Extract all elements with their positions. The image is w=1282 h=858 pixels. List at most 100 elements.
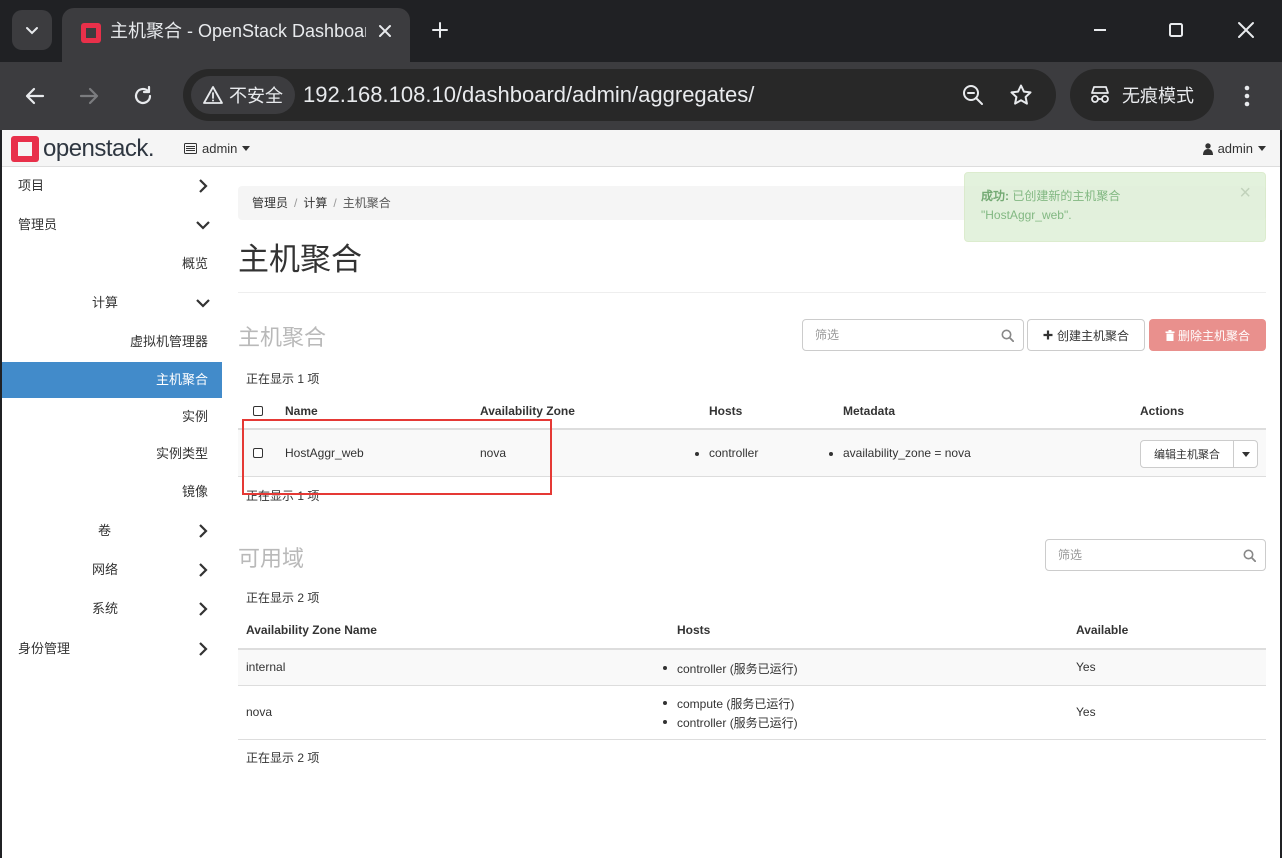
sidebar-item-volumes[interactable]: 卷 bbox=[2, 513, 222, 549]
incognito-label: 无痕模式 bbox=[1122, 86, 1194, 106]
zone-host: controller (服务已运行) bbox=[677, 716, 798, 730]
address-bar[interactable]: 不安全 192.168.108.10/dashboard/admin/aggre… bbox=[183, 69, 1056, 121]
chevron-right-icon bbox=[199, 524, 208, 538]
chevron-right-icon bbox=[199, 179, 208, 193]
aggregates-filter-input[interactable] bbox=[803, 320, 1023, 350]
sidebar-item-images[interactable]: 镜像 bbox=[2, 474, 222, 510]
minimize-icon bbox=[1094, 29, 1106, 31]
zones-row-rule bbox=[238, 685, 1266, 686]
zoom-button[interactable] bbox=[959, 81, 987, 109]
breadcrumb-separator: / bbox=[294, 196, 298, 210]
sidebar-item-flavors[interactable]: 实例类型 bbox=[2, 436, 222, 472]
incognito-indicator[interactable]: 无痕模式 bbox=[1070, 69, 1214, 121]
sidebar-item-admin[interactable]: 管理员 bbox=[2, 207, 222, 243]
openstack-logo-icon bbox=[11, 136, 39, 162]
project-dropdown[interactable]: admin bbox=[184, 130, 251, 167]
col-zone-name[interactable]: Availability Zone Name bbox=[246, 623, 377, 637]
browser-menu-button[interactable] bbox=[1232, 78, 1262, 114]
user-dropdown[interactable]: admin bbox=[1202, 130, 1266, 167]
col-zone-available[interactable]: Available bbox=[1076, 623, 1128, 637]
back-button[interactable] bbox=[17, 78, 53, 114]
chevron-right-icon bbox=[199, 563, 208, 577]
sidebar-item-label: 主机聚合 bbox=[155, 372, 208, 387]
chevron-right-icon bbox=[199, 642, 208, 656]
sidebar-item-compute[interactable]: 计算 bbox=[2, 285, 222, 321]
list-bullet bbox=[663, 666, 667, 670]
page-title: 主机聚合 bbox=[238, 242, 362, 277]
col-name[interactable]: Name bbox=[285, 404, 318, 418]
zone-host: controller (服务已运行) bbox=[677, 662, 798, 676]
sidebar-item-network[interactable]: 网络 bbox=[2, 552, 222, 588]
col-metadata[interactable]: Metadata bbox=[843, 404, 895, 418]
delete-aggregate-button[interactable]: 删除主机聚合 bbox=[1149, 319, 1266, 351]
sidebar-item-label: 网络 bbox=[92, 562, 119, 577]
search-icon bbox=[1001, 329, 1014, 342]
url-text[interactable]: 192.168.108.10/dashboard/admin/aggregate… bbox=[303, 69, 754, 121]
bookmark-button[interactable] bbox=[1007, 81, 1035, 109]
sidebar-item-label: 系统 bbox=[92, 601, 119, 616]
reload-icon bbox=[134, 85, 152, 105]
aggregates-filter[interactable] bbox=[802, 319, 1024, 351]
sidebar-item-label: 镜像 bbox=[181, 484, 208, 499]
zones-row-rule bbox=[238, 739, 1266, 740]
close-icon bbox=[1238, 22, 1254, 38]
tab-title: 主机聚合 - OpenStack Dashboard bbox=[110, 21, 366, 41]
dashboard-page: openstack. admin admin 项目 管理员 概览 计算 虚拟机管… bbox=[0, 130, 1282, 858]
chevron-right-icon bbox=[199, 602, 208, 616]
breadcrumb-admin[interactable]: 管理员 bbox=[252, 196, 288, 210]
security-label: 不安全 bbox=[229, 86, 283, 106]
sidebar-item-label: 项目 bbox=[18, 178, 45, 193]
trash-icon bbox=[1165, 329, 1175, 341]
col-hosts[interactable]: Hosts bbox=[709, 404, 742, 418]
new-tab-button[interactable] bbox=[424, 14, 456, 46]
zone-available: Yes bbox=[1076, 705, 1096, 719]
sidebar-item-host-aggregates[interactable]: 主机聚合 bbox=[2, 362, 222, 398]
sidebar-item-label: 身份管理 bbox=[18, 641, 71, 656]
more-vertical-icon bbox=[1244, 85, 1250, 107]
row-actions: 编辑主机聚合 bbox=[1140, 440, 1258, 468]
reload-button[interactable] bbox=[125, 78, 161, 114]
select-all-checkbox[interactable] bbox=[253, 406, 263, 416]
edit-aggregate-button[interactable]: 编辑主机聚合 bbox=[1140, 440, 1234, 468]
sidebar-item-instances[interactable]: 实例 bbox=[2, 399, 222, 435]
user-name: admin bbox=[1217, 141, 1253, 156]
zones-filter-input[interactable] bbox=[1046, 540, 1265, 570]
title-divider bbox=[238, 292, 1266, 293]
row-actions-dropdown[interactable] bbox=[1233, 440, 1258, 468]
security-chip[interactable]: 不安全 bbox=[191, 76, 295, 114]
zones-filter[interactable] bbox=[1045, 539, 1266, 571]
caret-down-icon bbox=[1241, 451, 1250, 457]
window-maximize-button[interactable] bbox=[1156, 12, 1196, 48]
sidebar-item-label: 计算 bbox=[92, 295, 119, 310]
sidebar-item-identity[interactable]: 身份管理 bbox=[2, 631, 222, 667]
col-zone-hosts[interactable]: Hosts bbox=[677, 623, 710, 637]
window-close-button[interactable] bbox=[1226, 12, 1266, 48]
create-aggregate-button[interactable]: 创建主机聚合 bbox=[1027, 319, 1145, 351]
zones-count-bottom: 正在显示 2 项 bbox=[246, 751, 320, 765]
breadcrumb-current: 主机聚合 bbox=[342, 196, 391, 210]
zone-available: Yes bbox=[1076, 660, 1096, 674]
arrow-left-icon bbox=[25, 87, 45, 105]
sidebar-item-label: 管理员 bbox=[18, 217, 58, 232]
col-availability-zone[interactable]: Availability Zone bbox=[480, 404, 575, 418]
sidebar-item-system[interactable]: 系统 bbox=[2, 591, 222, 627]
list-bullet bbox=[829, 452, 833, 456]
plus-icon bbox=[432, 22, 448, 38]
sidebar-item-overview[interactable]: 概览 bbox=[2, 246, 222, 282]
col-actions: Actions bbox=[1140, 404, 1185, 418]
forward-button[interactable] bbox=[71, 78, 107, 114]
sidebar-item-project[interactable]: 项目 bbox=[2, 168, 222, 204]
alert-close-icon[interactable]: × bbox=[1239, 183, 1251, 203]
tab-close-button[interactable] bbox=[372, 18, 398, 44]
openstack-logo[interactable]: openstack. bbox=[11, 135, 155, 163]
project-name: admin bbox=[202, 141, 238, 156]
sidebar: 项目 管理员 概览 计算 虚拟机管理器 主机聚合 实例 实例类型 镜像 卷 网络… bbox=[2, 168, 222, 858]
tab-search-button[interactable] bbox=[12, 10, 52, 50]
sidebar-item-label: 实例类型 bbox=[155, 446, 208, 461]
aggregate-metadata: availability_zone = nova bbox=[843, 446, 971, 460]
window-minimize-button[interactable] bbox=[1080, 12, 1120, 48]
sidebar-item-label: 虚拟机管理器 bbox=[129, 334, 208, 349]
breadcrumb-compute[interactable]: 计算 bbox=[303, 196, 327, 210]
sidebar-item-hypervisors[interactable]: 虚拟机管理器 bbox=[2, 324, 222, 360]
browser-tab-active[interactable]: 主机聚合 - OpenStack Dashboard bbox=[62, 8, 410, 62]
